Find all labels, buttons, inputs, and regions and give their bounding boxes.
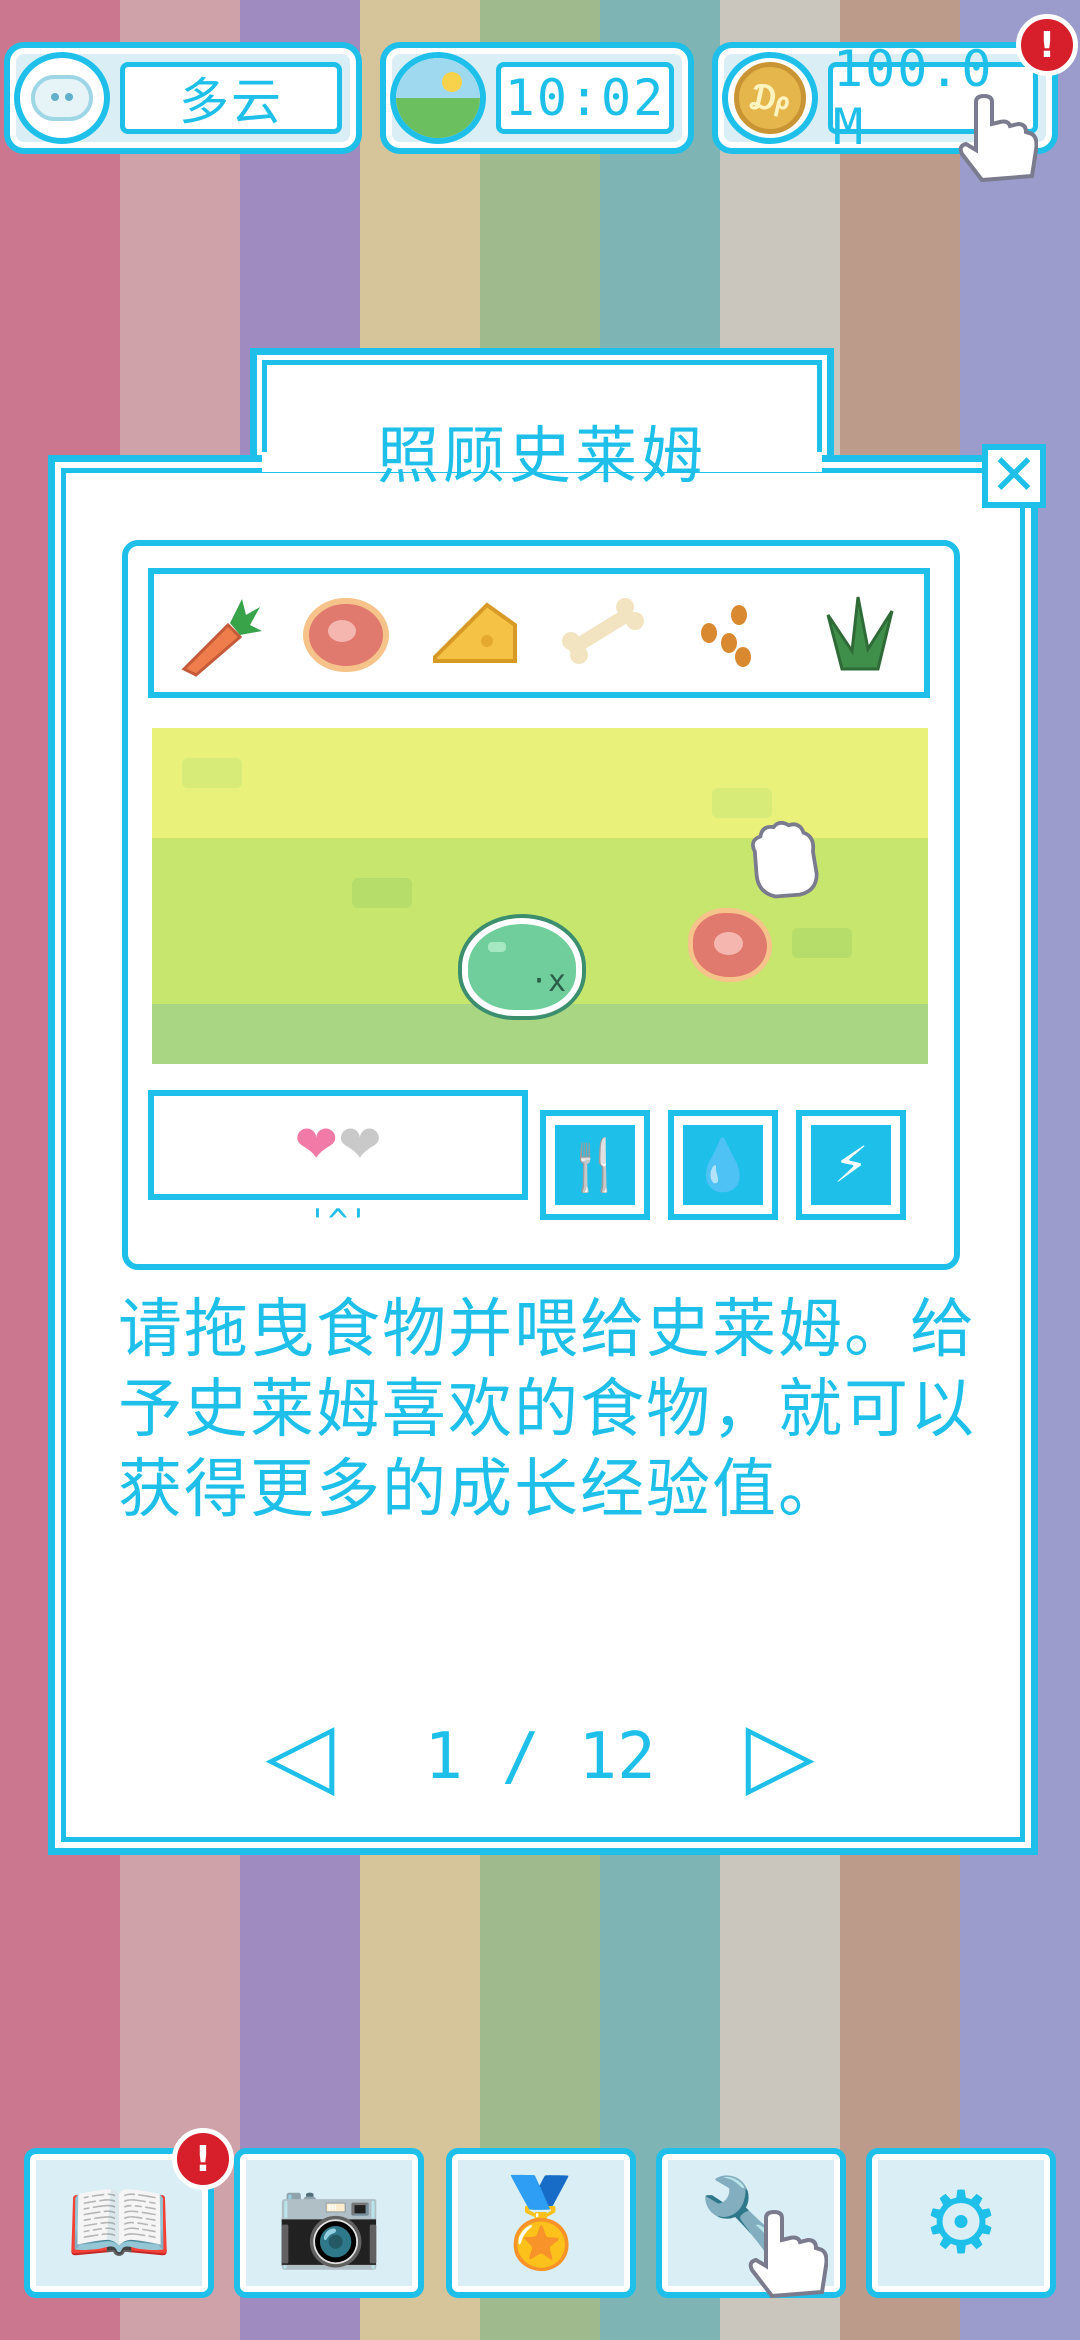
slime-character[interactable]: ·x [462, 918, 582, 1016]
time-icon-frame [390, 52, 486, 144]
feeding-scene: ·x [152, 728, 928, 1064]
cheese-icon[interactable] [427, 585, 523, 681]
weather-pill[interactable]: 多云 [4, 42, 362, 154]
slime-status-row: ❤ ❤ '^' 🍴 💧 ⚡ [148, 1090, 930, 1242]
pager: ◁ 1 / 12 ▷ [240, 1700, 840, 1810]
heart-empty-icon: ❤ [338, 1115, 382, 1175]
coins-alert-badge: ! [1016, 14, 1078, 76]
water-drop-icon: 💧 [683, 1125, 763, 1205]
page-indicator: 1 / 12 [424, 1720, 656, 1794]
book-icon: 📖 [65, 2173, 173, 2273]
pointer-hand-icon [748, 2210, 828, 2299]
drag-hand-icon [751, 821, 819, 899]
slime-face: ·x [530, 964, 567, 999]
pointer-hand-icon [958, 94, 1038, 183]
steak-icon[interactable] [298, 585, 394, 681]
cloud-face-icon [31, 75, 93, 121]
gear-icon: ⚙ [922, 2173, 1000, 2273]
dragged-steak-icon[interactable] [688, 908, 772, 982]
coin-icon: ₯ [734, 62, 806, 134]
carrot-icon[interactable] [170, 585, 266, 681]
nav-settings-button[interactable]: ⚙ [866, 2148, 1056, 2298]
fork-knife-icon: 🍴 [555, 1125, 635, 1205]
landscape-icon [396, 58, 480, 138]
book-alert-badge: ! [172, 2128, 234, 2190]
medal-icon: 🏅 [487, 2173, 595, 2273]
nav-camera-button[interactable]: 📷 [234, 2148, 424, 2298]
camera-icon: 📷 [275, 2173, 383, 2273]
play-button[interactable]: ⚡ [796, 1110, 906, 1220]
next-page-button[interactable]: ▷ [740, 1700, 820, 1810]
weather-icon-frame [14, 52, 110, 144]
seeds-icon[interactable] [683, 585, 779, 681]
prev-page-button[interactable]: ◁ [260, 1700, 340, 1810]
food-selection-bar [148, 568, 930, 698]
mood-face: '^' [307, 1202, 369, 1242]
modal-title: 照顾史莱姆 [376, 419, 707, 492]
instructions-text: 请拖曳食物并喂给史莱姆。给予史莱姆喜欢的食物，就可以获得更多的成长经验值。 [118, 1293, 976, 1527]
time-label: 10:02 [496, 62, 674, 134]
close-button[interactable]: ✕ [982, 444, 1046, 508]
time-pill[interactable]: 10:02 [380, 42, 694, 154]
grass-icon[interactable] [812, 585, 908, 681]
affection-hearts: ❤ ❤ [148, 1090, 528, 1200]
lightning-icon: ⚡ [811, 1125, 891, 1205]
heart-filled-icon: ❤ [294, 1115, 338, 1175]
feed-button[interactable]: 🍴 [540, 1110, 650, 1220]
coin-icon-frame: ₯ [722, 52, 818, 144]
nav-medal-button[interactable]: 🏅 [446, 2148, 636, 2298]
clean-button[interactable]: 💧 [668, 1110, 778, 1220]
bone-icon[interactable] [555, 585, 651, 681]
weather-label: 多云 [120, 62, 342, 134]
